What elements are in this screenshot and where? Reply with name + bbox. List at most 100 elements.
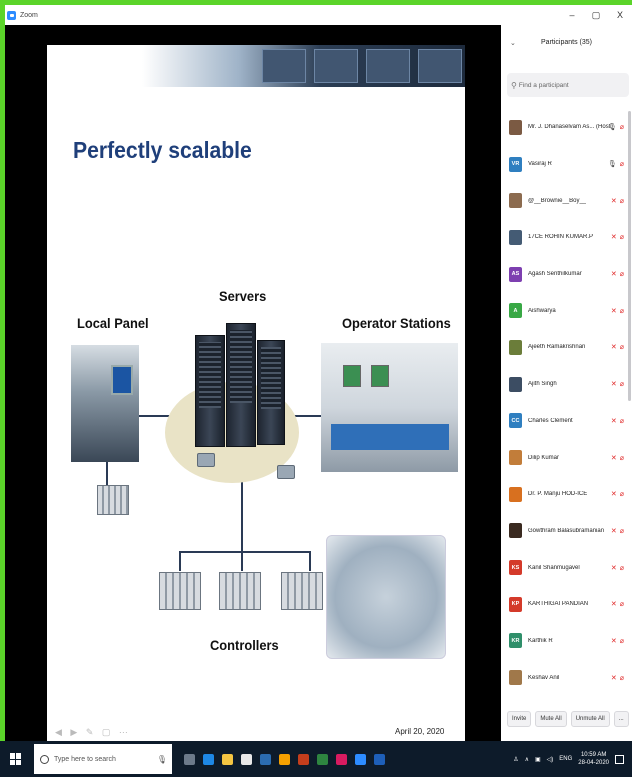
video-off-icon[interactable]: ⌀ <box>620 160 624 168</box>
word-icon[interactable] <box>374 753 385 765</box>
avatar <box>509 670 522 686</box>
participant-row[interactable]: Dr. P. Manju HOD-ICE ✕ ⌀ <box>501 476 632 513</box>
maximize-button[interactable]: ▢ <box>584 10 608 21</box>
microphone-on-icon[interactable]: 🎙 <box>608 160 617 168</box>
microphone-icon[interactable]: 🎙 <box>157 755 167 764</box>
video-off-icon[interactable]: ⌀ <box>620 637 624 645</box>
video-off-icon[interactable]: ⌀ <box>620 674 624 682</box>
participant-row[interactable]: A Aishwarya ✕ ⌀ <box>501 292 632 329</box>
zoom-window: Zoom – ▢ X Perfectly scalable Servers Lo… <box>5 5 632 745</box>
video-off-icon[interactable]: ⌀ <box>620 270 624 278</box>
microphone-muted-icon[interactable]: ✕ <box>611 343 617 351</box>
participant-row[interactable]: Dilip Kumar ✕ ⌀ <box>501 439 632 476</box>
mail-icon[interactable] <box>260 753 271 765</box>
participant-list-scrollbar[interactable] <box>628 111 631 401</box>
video-off-icon[interactable]: ⌀ <box>620 307 624 315</box>
taskbar-search-input[interactable]: Type here to search 🎙 <box>34 744 172 774</box>
file-explorer-icon[interactable] <box>222 753 233 765</box>
close-button[interactable]: X <box>608 10 632 21</box>
video-off-icon[interactable]: ⌀ <box>620 454 624 462</box>
participant-row[interactable]: @__Brownie__Boy__ ✕ ⌀ <box>501 182 632 219</box>
unmute-all-button[interactable]: Unmute All <box>570 711 610 727</box>
participant-name: Dilip Kumar <box>528 454 560 461</box>
chevron-down-icon[interactable]: ⌄ <box>510 39 516 47</box>
microphone-muted-icon[interactable]: ✕ <box>611 233 617 241</box>
notification-icon[interactable] <box>615 754 624 764</box>
app-icon[interactable] <box>336 753 347 765</box>
avatar <box>509 119 522 135</box>
task-view-icon[interactable] <box>184 753 195 765</box>
microphone-muted-icon[interactable]: ✕ <box>611 417 617 425</box>
avatar <box>509 193 522 209</box>
video-off-icon[interactable]: ⌀ <box>620 564 624 572</box>
microphone-muted-icon[interactable]: ✕ <box>611 454 617 462</box>
participant-row[interactable]: Mr. J. Dhanaselvam As... (Host, me)🎙⌀ <box>501 109 632 146</box>
window-title: Zoom <box>20 11 38 19</box>
participant-name: Ajeeth Ramakrishnan <box>528 344 586 351</box>
participant-row[interactable]: Ajith Singh ✕ ⌀ <box>501 366 632 403</box>
zoom-taskbar-icon[interactable] <box>355 753 366 765</box>
microphone-on-icon[interactable]: 🎙 <box>608 123 617 131</box>
video-off-icon[interactable]: ⌀ <box>620 380 624 388</box>
microphone-muted-icon[interactable]: ✕ <box>611 600 617 608</box>
video-off-icon[interactable]: ⌀ <box>620 123 624 131</box>
microphone-muted-icon[interactable]: ✕ <box>611 307 617 315</box>
avatar <box>509 339 522 355</box>
participant-name: Kanil Shanmugavel <box>528 564 580 571</box>
video-off-icon[interactable]: ⌀ <box>620 600 624 608</box>
participant-search-input[interactable]: ⚲ Find a participant <box>507 73 629 97</box>
participant-row[interactable]: Gowthram Balasubramanian ✕ ⌀ <box>501 513 632 550</box>
participant-name: 17CE ROHIN KUMAR.P <box>528 234 594 241</box>
microphone-muted-icon[interactable]: ✕ <box>611 490 617 498</box>
windows-start-icon[interactable] <box>10 753 22 765</box>
microphone-muted-icon[interactable]: ✕ <box>611 637 617 645</box>
avatar: VR <box>509 156 522 172</box>
microphone-muted-icon[interactable]: ✕ <box>611 197 617 205</box>
microphone-muted-icon[interactable]: ✕ <box>611 380 617 388</box>
store-icon[interactable] <box>241 753 252 765</box>
edge-icon[interactable] <box>203 753 214 765</box>
server-rack-image <box>257 340 285 445</box>
link-line <box>309 551 311 571</box>
microphone-muted-icon[interactable]: ✕ <box>611 527 617 535</box>
system-tray: ♙ ∧ ▣ ◁) ENG 10:59 AM 28-04-2020 <box>513 751 632 767</box>
participant-row[interactable]: VR Vasiraj R 🎙 ⌀ <box>501 146 632 183</box>
participant-row[interactable]: KP KARTHIGAI PANDIAN ✕ ⌀ <box>501 586 632 623</box>
microphone-muted-icon[interactable]: ✕ <box>611 270 617 278</box>
participant-row[interactable]: CC Charles Clement ✕ ⌀ <box>501 403 632 440</box>
more-options-button[interactable]: ... <box>613 711 629 727</box>
operator-stations-label: Operator Stations <box>342 315 451 331</box>
language-indicator[interactable]: ENG <box>559 756 572 762</box>
participant-row[interactable]: KR Karthik R ✕ ⌀ <box>501 623 632 660</box>
avatar <box>509 376 522 392</box>
invite-button[interactable]: Invite <box>507 711 532 727</box>
participant-row[interactable]: Keshav Anil ✕ ⌀ <box>501 659 632 696</box>
microphone-muted-icon[interactable]: ✕ <box>611 564 617 572</box>
server-rack-image <box>226 323 256 447</box>
video-off-icon[interactable]: ⌀ <box>620 233 624 241</box>
video-off-icon[interactable]: ⌀ <box>620 343 624 351</box>
slide-navigation-icons[interactable]: ◀ ▶ ✎ ▢ ⋯ <box>55 727 131 738</box>
minimize-button[interactable]: – <box>560 10 584 21</box>
volume-icon[interactable]: ◁) <box>547 756 554 763</box>
participant-status-icons: 🎙 ⌀ <box>608 160 624 168</box>
video-off-icon[interactable]: ⌀ <box>620 417 624 425</box>
video-off-icon[interactable]: ⌀ <box>620 197 624 205</box>
participant-row[interactable]: 17CE ROHIN KUMAR.P ✕ ⌀ <box>501 219 632 256</box>
chrome-icon[interactable] <box>279 753 290 765</box>
link-line <box>179 551 311 553</box>
video-off-icon[interactable]: ⌀ <box>620 527 624 535</box>
mute-all-button[interactable]: Mute All <box>535 711 567 727</box>
participant-row[interactable]: AS Agash Senthilkumar ✕ ⌀ <box>501 256 632 293</box>
participant-row[interactable]: Ajeeth Ramakrishnan ✕ ⌀ <box>501 329 632 366</box>
video-off-icon[interactable]: ⌀ <box>620 490 624 498</box>
excel-icon[interactable] <box>317 753 328 765</box>
powerpoint-icon[interactable] <box>298 753 309 765</box>
network-icon[interactable]: ▣ <box>535 756 541 763</box>
clock[interactable]: 10:59 AM 28-04-2020 <box>578 751 609 767</box>
participant-row[interactable]: KS Kanil Shanmugavel ✕ ⌀ <box>501 549 632 586</box>
people-icon[interactable]: ♙ <box>513 756 518 763</box>
microphone-muted-icon[interactable]: ✕ <box>611 674 617 682</box>
server-device-image <box>197 453 215 467</box>
tray-chevron-up-icon[interactable]: ∧ <box>525 756 529 763</box>
